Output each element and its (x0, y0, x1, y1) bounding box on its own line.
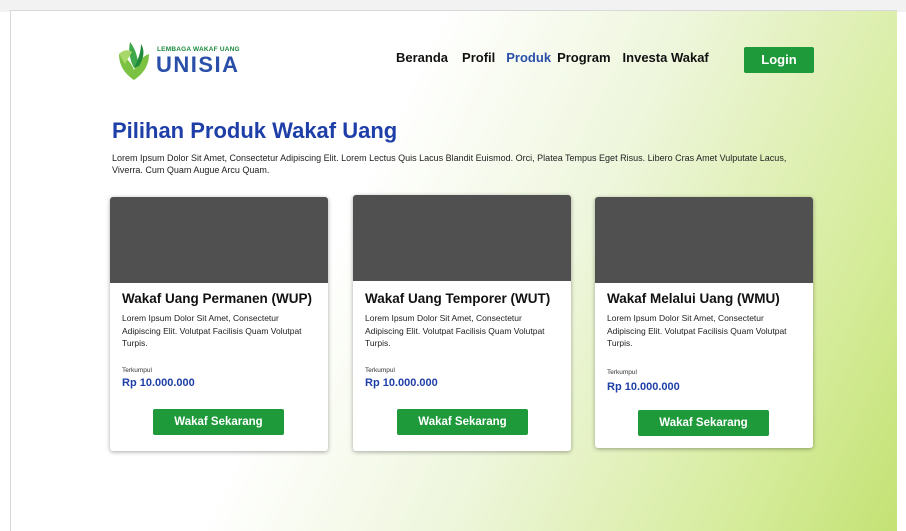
nav-item-investa-wakaf[interactable]: Investa Wakaf (623, 50, 709, 65)
page-title: Pilihan Produk Wakaf Uang (112, 118, 398, 143)
card-title: Wakaf Melalui Uang (WMU) (607, 291, 780, 306)
nav-item-profil[interactable]: Profil (462, 50, 495, 65)
card-image-placeholder (353, 195, 571, 281)
login-button[interactable]: Login (744, 47, 814, 73)
product-card-wup: Wakaf Uang Permanen (WUP) Lorem Ipsum Do… (110, 197, 328, 451)
nav-item-program[interactable]: Program (557, 50, 610, 65)
leaf-logo-icon (119, 42, 149, 80)
product-card-wut: Wakaf Uang Temporer (WUT) Lorem Ipsum Do… (353, 195, 571, 451)
card-title: Wakaf Uang Temporer (WUT) (365, 291, 551, 306)
wakaf-sekarang-button[interactable]: Wakaf Sekarang (153, 409, 284, 435)
collected-amount: Rp 10.000.000 (365, 377, 438, 389)
nav-item-beranda[interactable]: Beranda (396, 50, 448, 65)
card-description: Lorem Ipsum Dolor Sit Amet, Consectetur … (365, 313, 545, 348)
collected-amount: Rp 10.000.000 (607, 381, 680, 393)
collected-label: Terkumpul (122, 367, 152, 374)
wakaf-sekarang-button[interactable]: Wakaf Sekarang (638, 410, 769, 436)
card-description: Lorem Ipsum Dolor Sit Amet, Consectetur … (607, 313, 787, 348)
card-description: Lorem Ipsum Dolor Sit Amet, Consectetur … (122, 313, 302, 348)
collected-label: Terkumpul (365, 367, 395, 374)
card-title: Wakaf Uang Permanen (WUP) (122, 291, 313, 306)
page-intro: Lorem Ipsum Dolor Sit Amet, Consectetur … (112, 153, 787, 175)
card-image-placeholder (110, 197, 328, 283)
collected-amount: Rp 10.000.000 (122, 377, 195, 389)
main-nav: Beranda Profil Produk Program Investa Wa… (396, 50, 709, 65)
wakaf-sekarang-button[interactable]: Wakaf Sekarang (397, 409, 528, 435)
nav-item-produk[interactable]: Produk (506, 50, 551, 65)
collected-label: Terkumpul (607, 369, 637, 376)
card-image-placeholder (595, 197, 813, 283)
logo-wordmark: UNISIA (156, 52, 240, 77)
logo[interactable]: LEMBAGA WAKAF UANG UNISIA (115, 38, 265, 82)
product-card-wmu: Wakaf Melalui Uang (WMU) Lorem Ipsum Dol… (595, 197, 813, 448)
